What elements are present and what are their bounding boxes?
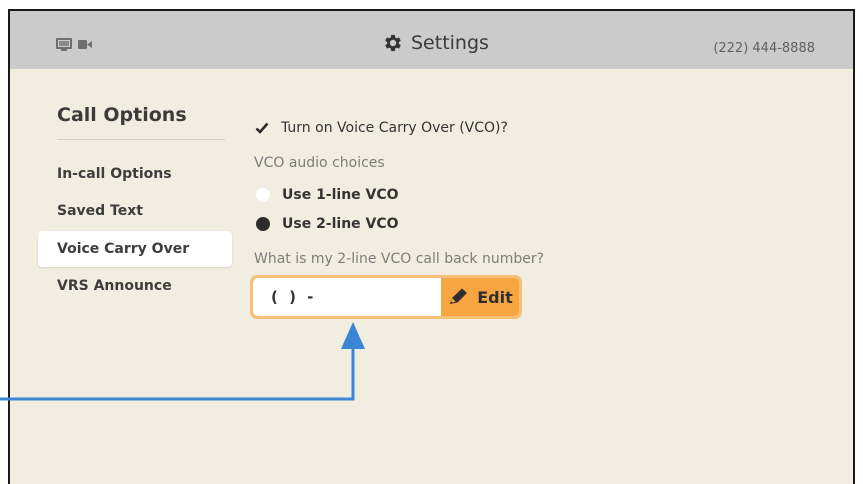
callout-arrow <box>0 322 365 401</box>
